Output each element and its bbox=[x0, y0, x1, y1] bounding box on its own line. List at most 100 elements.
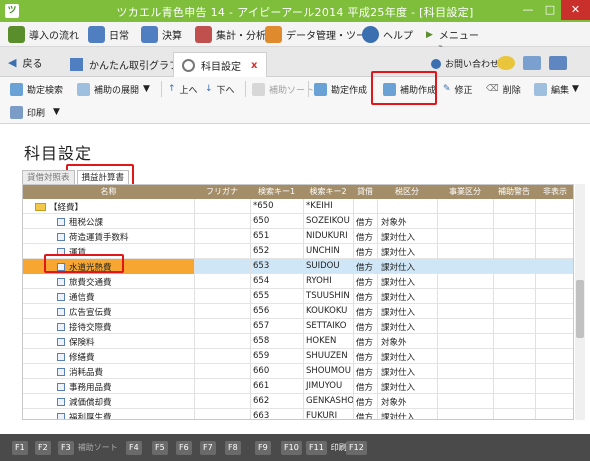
search-key2-cell: JIMUYOU bbox=[306, 381, 343, 391]
account-name-text: 通信費 bbox=[69, 293, 95, 303]
column-header-furigana[interactable]: フリガナ bbox=[194, 186, 250, 197]
dropdown-arrow-icon: ▼ bbox=[143, 84, 150, 94]
column-header-tax[interactable]: 税区分 bbox=[377, 186, 437, 197]
main-menu-bar: 導入の流れ 日常 決算 集計・分析 データ管理・ツール ヘルプ ▶ メニュー » bbox=[0, 22, 590, 51]
column-header-debit-credit[interactable]: 貸借 bbox=[353, 186, 377, 197]
search-key1-cell: 663 bbox=[253, 411, 270, 420]
account-name: 接待交際費 bbox=[57, 321, 112, 333]
debit-credit-cell: 借方 bbox=[356, 263, 374, 273]
window-options-icon[interactable] bbox=[549, 56, 567, 70]
search-key2-cell: TSUUSHIN bbox=[306, 291, 350, 301]
contact-link[interactable]: お問い合わせ bbox=[431, 57, 499, 70]
expand-sub-accounts-button[interactable]: 補助の展開 ▼ bbox=[77, 80, 150, 98]
menu-item-help[interactable]: ヘルプ bbox=[362, 25, 413, 44]
column-divider bbox=[437, 199, 438, 419]
move-up-button[interactable]: ↑ 上へ bbox=[168, 80, 198, 98]
menu-label: 決算 bbox=[162, 31, 182, 42]
fkey-f9[interactable]: F9 bbox=[255, 440, 271, 455]
search-key1-cell: 662 bbox=[253, 396, 270, 406]
minimize-button[interactable]: — bbox=[517, 0, 539, 20]
table-row[interactable]: 事務用品費 661 JIMUYOU 借方 課対仕入 bbox=[23, 379, 573, 394]
search-key2-cell: HOKEN bbox=[306, 336, 337, 346]
debit-credit-cell: 借方 bbox=[356, 383, 374, 393]
search-key2-cell: SHUUZEN bbox=[306, 351, 348, 361]
table-row[interactable]: 保険料 658 HOKEN 借方 対象外 bbox=[23, 334, 573, 349]
down-arrow-icon: ↓ bbox=[205, 84, 213, 94]
column-header-key2[interactable]: 検索キー2 bbox=[303, 186, 353, 197]
fkey-f5[interactable]: F5 bbox=[152, 440, 168, 455]
fkey-label: F6 bbox=[176, 440, 192, 455]
edit-menu-icon bbox=[534, 82, 547, 96]
play-arrow-icon: ▶ bbox=[426, 29, 433, 40]
menu-item-data-tools[interactable]: データ管理・ツール bbox=[265, 25, 376, 44]
info-icon[interactable] bbox=[497, 56, 515, 70]
fkey-f2[interactable]: F2 bbox=[35, 440, 51, 455]
delete-button[interactable]: ⌫ 削除 bbox=[486, 80, 521, 98]
menu-item-analysis[interactable]: 集計・分析 bbox=[195, 25, 266, 44]
close-window-button[interactable]: ✕ bbox=[561, 0, 590, 20]
table-row[interactable]: 通信費 655 TSUUSHIN 借方 課対仕入 bbox=[23, 289, 573, 304]
column-header-sub-warning[interactable]: 補助警告 bbox=[493, 186, 535, 197]
column-header-hidden[interactable]: 非表示 bbox=[535, 186, 573, 197]
table-row[interactable]: 荷造運賃手数料 651 NIDUKURI 借方 課対仕入 bbox=[23, 229, 573, 244]
search-key1-cell: 658 bbox=[253, 336, 270, 346]
back-button[interactable]: ◀ 戻る bbox=[8, 55, 42, 70]
vertical-scrollbar[interactable] bbox=[575, 184, 585, 420]
tab-label: 科目設定 bbox=[201, 61, 241, 73]
tab-income-statement[interactable]: 損益計算書 bbox=[76, 170, 130, 184]
search-key2-cell: SHOUMOU bbox=[306, 366, 351, 376]
accounts-grid: 名称 フリガナ 検索キー1 検索キー2 貸借 税区分 事業区分 補助警告 非表示… bbox=[22, 184, 574, 420]
maximize-button[interactable]: □ bbox=[539, 0, 561, 20]
fkey-f1[interactable]: F1 bbox=[12, 440, 28, 455]
fkey-f10[interactable]: F10 bbox=[281, 440, 302, 455]
tab-transaction-graph[interactable]: かんたん取引グラフ bbox=[62, 52, 187, 77]
scrollbar-thumb[interactable] bbox=[576, 280, 584, 338]
fkey-f6[interactable]: F6 bbox=[176, 440, 192, 455]
print-button[interactable]: 印刷 ▼ bbox=[10, 103, 60, 121]
fkey-f11[interactable]: F11 印刷 bbox=[306, 440, 347, 455]
sub-sort-button[interactable]: 補助ソート bbox=[252, 80, 314, 98]
table-row[interactable]: 接待交際費 657 SETTAIKO 借方 課対仕入 bbox=[23, 319, 573, 334]
menu-item-daily[interactable]: 日常 bbox=[88, 25, 129, 44]
tab-account-settings[interactable]: 科目設定 x bbox=[173, 52, 267, 77]
table-row[interactable]: 消耗品費 660 SHOUMOU 借方 課対仕入 bbox=[23, 364, 573, 379]
fkey-f12[interactable]: F12 bbox=[346, 440, 367, 455]
edit-button[interactable]: ✎ 修正 bbox=[443, 80, 473, 98]
fkey-f8[interactable]: F8 bbox=[225, 440, 241, 455]
account-node-icon bbox=[57, 413, 65, 419]
button-label: 勘定検索 bbox=[27, 85, 64, 96]
fkey-f3[interactable]: F3 補助ソート bbox=[58, 440, 118, 455]
table-row[interactable]: 【経費】 *650 *KEIHI bbox=[23, 199, 573, 214]
fkey-f7[interactable]: F7 bbox=[200, 440, 216, 455]
account-search-button[interactable]: 勘定検索 bbox=[10, 80, 63, 98]
account-name-text: 旅費交通費 bbox=[69, 278, 112, 288]
tool-icons bbox=[497, 56, 575, 70]
table-row[interactable]: 修繕費 659 SHUUZEN 借方 課対仕入 bbox=[23, 349, 573, 364]
search-key2-cell: NIDUKURI bbox=[306, 231, 348, 241]
table-row[interactable]: 減価償却費 662 GENKASHO 借方 対象外 bbox=[23, 394, 573, 409]
column-header-business[interactable]: 事業区分 bbox=[437, 186, 493, 197]
create-account-button[interactable]: 勘定作成 bbox=[314, 80, 367, 98]
table-row[interactable]: 旅費交通費 654 RYOHI 借方 課対仕入 bbox=[23, 274, 573, 289]
table-row[interactable]: 福利厚生費 663 FUKURI 借方 課対仕入 bbox=[23, 409, 573, 420]
new-account-icon bbox=[314, 82, 327, 96]
fkey-f4[interactable]: F4 bbox=[126, 440, 142, 455]
column-header-name[interactable]: 名称 bbox=[23, 186, 194, 197]
account-node-icon bbox=[57, 368, 65, 376]
menu-item-menu[interactable]: ▶ メニュー bbox=[423, 25, 479, 44]
column-header-key1[interactable]: 検索キー1 bbox=[250, 186, 303, 197]
search-key1-cell: *650 bbox=[253, 201, 274, 211]
edit-menu-button[interactable]: 編集 ▼ bbox=[534, 80, 579, 98]
search-icon bbox=[10, 82, 23, 96]
sort-icon bbox=[252, 82, 265, 96]
close-tab-icon[interactable]: x bbox=[251, 60, 257, 71]
tab-balance-sheet[interactable]: 貸借対照表 bbox=[22, 170, 75, 184]
move-down-button[interactable]: ↓ 下へ bbox=[205, 80, 235, 98]
menu-item-intro[interactable]: 導入の流れ bbox=[8, 25, 79, 44]
dropdown-arrow-icon: ▼ bbox=[572, 84, 579, 94]
account-node-icon bbox=[57, 293, 65, 301]
menu-item-settlement[interactable]: 決算 bbox=[141, 25, 182, 44]
table-row[interactable]: 広告宣伝費 656 KOUKOKU 借方 課対仕入 bbox=[23, 304, 573, 319]
table-row[interactable]: 租税公課 650 SOZEIKOU 借方 対象外 bbox=[23, 214, 573, 229]
display-settings-icon[interactable] bbox=[523, 56, 541, 70]
